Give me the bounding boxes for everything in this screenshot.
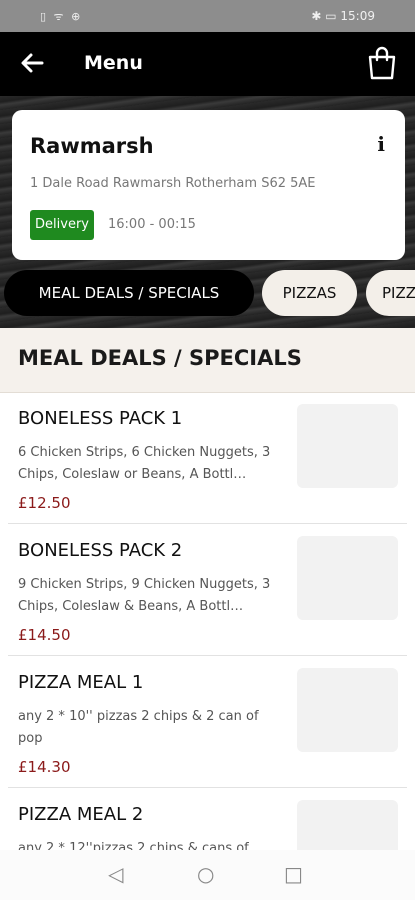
category-tabs: MEAL DEALS / SPECIALS PIZZAS PIZZ [0, 270, 415, 316]
status-icons-right: ✱ ▭ 15:09 [311, 9, 375, 23]
item-description: any 2 * 12''pizzas 2 chips & cans of [18, 841, 249, 850]
divider [8, 787, 407, 788]
tab-pizz-partial[interactable]: PIZZ [366, 270, 415, 316]
back-arrow-icon[interactable] [18, 48, 46, 78]
store-card: Rawmarsh i 1 Dale Road Rawmarsh Rotherha… [12, 110, 405, 260]
app-bar: Menu [0, 32, 415, 96]
system-nav-bar: ◁ ○ □ [0, 850, 415, 900]
delivery-badge: Delivery [30, 210, 94, 240]
item-description: 6 Chicken Strips, 6 Chicken Nuggets, 3 C… [18, 445, 271, 482]
item-image-placeholder [297, 668, 398, 752]
menu-item[interactable]: BONELESS PACK 2 9 Chicken Strips, 9 Chic… [0, 526, 415, 656]
item-description: any 2 * 10'' pizzas 2 chips & 2 can of p… [18, 709, 259, 746]
item-title: BONELESS PACK 2 [18, 540, 183, 561]
item-title: BONELESS PACK 1 [18, 408, 183, 429]
item-price: £14.50 [18, 626, 71, 644]
item-image-placeholder [297, 404, 398, 488]
divider [8, 655, 407, 656]
page-title: Menu [84, 52, 143, 74]
store-address: 1 Dale Road Rawmarsh Rotherham S62 5AE [30, 176, 316, 191]
section-title: MEAL DEALS / SPECIALS [18, 346, 302, 370]
menu-item[interactable]: PIZZA MEAL 1 any 2 * 10'' pizzas 2 chips… [0, 658, 415, 788]
divider [8, 523, 407, 524]
nav-home-icon[interactable]: ○ [197, 862, 214, 886]
menu-item[interactable]: BONELESS PACK 1 6 Chicken Strips, 6 Chic… [0, 394, 415, 524]
status-bar: ▯ ᯤ ⊕ ✱ ▭ 15:09 [0, 0, 415, 32]
shopping-bag-icon[interactable] [367, 46, 397, 80]
item-title: PIZZA MEAL 1 [18, 672, 144, 693]
nav-back-icon[interactable]: ◁ [108, 862, 123, 886]
menu-item[interactable]: PIZZA MEAL 2 any 2 * 12''pizzas 2 chips … [0, 790, 415, 850]
section-header: MEAL DEALS / SPECIALS [0, 328, 415, 393]
item-description: 9 Chicken Strips, 9 Chicken Nuggets, 3 C… [18, 577, 271, 614]
item-price: £14.30 [18, 758, 71, 776]
item-image-placeholder [297, 800, 398, 850]
item-price: £12.50 [18, 494, 71, 512]
tab-meal-deals[interactable]: MEAL DEALS / SPECIALS [4, 270, 254, 316]
item-image-placeholder [297, 536, 398, 620]
tab-pizzas[interactable]: PIZZAS [262, 270, 357, 316]
store-hours: 16:00 - 00:15 [108, 217, 196, 232]
item-title: PIZZA MEAL 2 [18, 804, 144, 825]
status-icons-left: ▯ ᯤ ⊕ [40, 10, 83, 23]
store-name: Rawmarsh [30, 134, 154, 158]
nav-recents-icon[interactable]: □ [284, 862, 303, 886]
info-icon[interactable]: i [377, 132, 385, 156]
